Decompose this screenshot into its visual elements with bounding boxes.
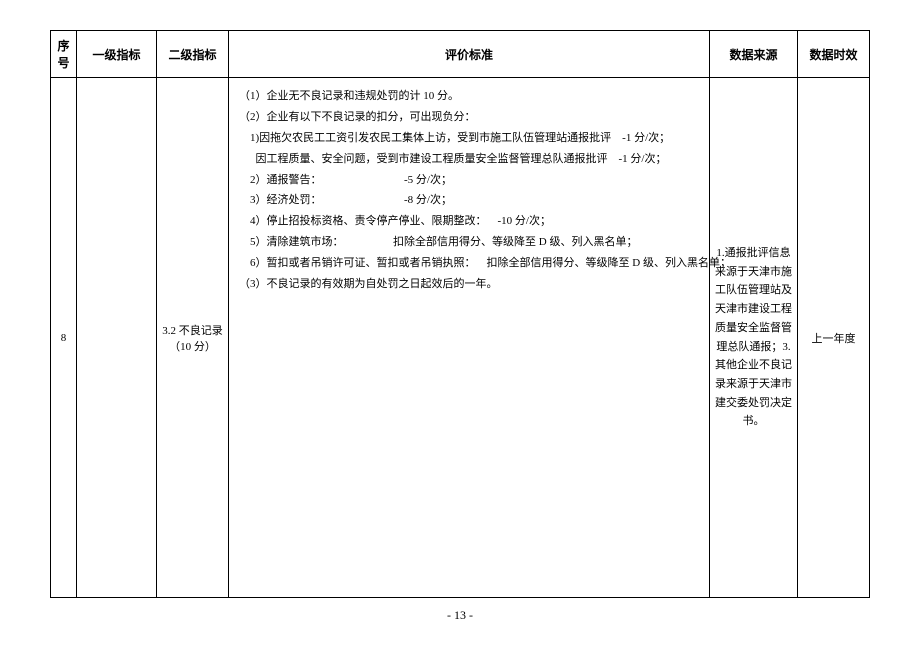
- cell-criteria: （1）企业无不良记录和违规处罚的计 10 分。 （2）企业有以下不良记录的扣分，…: [229, 78, 710, 598]
- table-row: 8 3.2 不良记录（10 分） （1）企业无不良记录和违规处罚的计 10 分。…: [51, 78, 870, 598]
- header-level2: 二级指标: [157, 31, 229, 78]
- criteria-line: （2）企业有以下不良记录的扣分，可出现负分：: [239, 107, 699, 128]
- header-level1: 一级指标: [77, 31, 157, 78]
- cell-level2: 3.2 不良记录（10 分）: [157, 78, 229, 598]
- header-validity: 数据时效: [798, 31, 870, 78]
- criteria-line: （3）不良记录的有效期为自处罚之日起效后的一年。: [239, 274, 699, 295]
- cell-level1: [77, 78, 157, 598]
- cell-validity: 上一年度: [798, 78, 870, 598]
- criteria-line: 3）经济处罚： -8 分/次；: [239, 190, 699, 211]
- criteria-line: 2）通报警告： -5 分/次；: [239, 170, 699, 191]
- criteria-line: 4）停止招投标资格、责令停产停业、限期整改： -10 分/次；: [239, 211, 699, 232]
- header-seq: 序号: [51, 31, 77, 78]
- cell-seq: 8: [51, 78, 77, 598]
- criteria-line: （1）企业无不良记录和违规处罚的计 10 分。: [239, 86, 699, 107]
- header-criteria: 评价标准: [229, 31, 710, 78]
- criteria-line: 因工程质量、安全问题，受到市建设工程质量安全监督管理总队通报批评 -1 分/次；: [239, 149, 699, 170]
- page-number: - 13 -: [50, 608, 870, 623]
- header-source: 数据来源: [710, 31, 798, 78]
- criteria-line: 6）暂扣或者吊销许可证、暂扣或者吊销执照： 扣除全部信用得分、等级降至 D 级、…: [239, 253, 699, 274]
- table-header-row: 序号 一级指标 二级指标 评价标准 数据来源 数据时效: [51, 31, 870, 78]
- evaluation-table: 序号 一级指标 二级指标 评价标准 数据来源 数据时效 8 3.2 不良记录（1…: [50, 30, 870, 598]
- criteria-line: 5）清除建筑市场： 扣除全部信用得分、等级降至 D 级、列入黑名单；: [239, 232, 699, 253]
- cell-source: 1.通报批评信息来源于天津市施工队伍管理站及天津市建设工程质量安全监督管理总队通…: [710, 78, 798, 598]
- criteria-line: 1)因拖欠农民工工资引发农民工集体上访，受到市施工队伍管理站通报批评 -1 分/…: [239, 128, 699, 149]
